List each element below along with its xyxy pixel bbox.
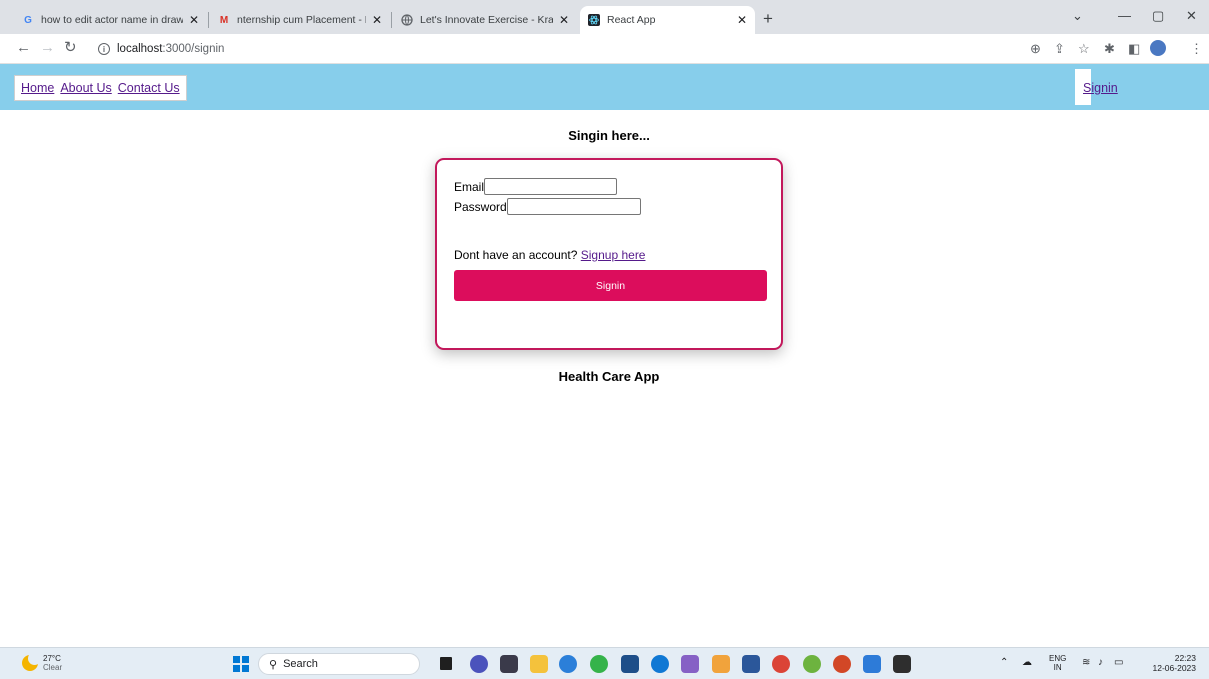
temperature: 27°C xyxy=(43,654,61,663)
react-icon xyxy=(588,14,600,26)
language-bottom: IN xyxy=(1053,663,1062,672)
taskbar-search[interactable]: ⚲ Search xyxy=(258,653,420,675)
chrome-icon[interactable] xyxy=(772,655,790,673)
back-icon[interactable]: ← xyxy=(16,39,31,57)
cloud-icon[interactable]: ☁ xyxy=(1022,657,1032,669)
tab-react-app[interactable]: React App ✕ xyxy=(580,6,755,34)
tab-title: Let's Innovate Exercise - Kratin LL xyxy=(420,14,553,26)
url-path: :3000/signin xyxy=(162,43,225,55)
email-input[interactable] xyxy=(484,178,618,195)
side-panel-icon[interactable]: ◧ xyxy=(1128,41,1140,57)
install-icon[interactable]: ⊕ xyxy=(1030,41,1041,57)
chevron-up-icon[interactable]: ⌃ xyxy=(1000,657,1008,669)
tab-gmail[interactable]: M nternship cum Placement - Kratin ✕ xyxy=(210,6,390,34)
profile-avatar[interactable] xyxy=(1150,40,1166,56)
moon-icon xyxy=(22,652,41,671)
globe-icon xyxy=(401,14,413,26)
task-view-icon[interactable] xyxy=(440,657,452,670)
nav-links: Home About Us Contact Us xyxy=(14,75,187,101)
info-icon[interactable]: i xyxy=(98,43,110,55)
file-explorer-icon[interactable] xyxy=(530,655,548,673)
language-top: ENG xyxy=(1049,654,1067,663)
new-tab-icon[interactable]: + xyxy=(763,10,773,27)
time: 22:23 xyxy=(1174,653,1196,663)
terminal-icon[interactable] xyxy=(893,655,911,673)
google-icon: G xyxy=(24,14,32,26)
bookmark-star-icon[interactable]: ☆ xyxy=(1078,41,1090,57)
windows-taskbar: 27°C Clear ⚲ Search ⌃ ☁ ENG IN ≋ ♪ ▭ 22:… xyxy=(0,647,1209,679)
search-icon: ⚲ xyxy=(269,658,278,671)
password-row: Password xyxy=(454,198,641,215)
share-icon[interactable]: ⇪ xyxy=(1054,41,1065,57)
site-navbar: Home About Us Contact Us Signin xyxy=(0,64,1209,110)
tab-separator xyxy=(391,12,392,28)
tab-search-icon[interactable]: ⌄ xyxy=(1072,8,1083,24)
store-icon[interactable] xyxy=(621,655,639,673)
search-placeholder: Search xyxy=(283,658,318,670)
camera-icon[interactable] xyxy=(500,655,518,673)
volume-icon[interactable]: ♪ xyxy=(1098,657,1103,669)
nav-about-link[interactable]: About Us xyxy=(60,81,111,95)
nav-home-link[interactable]: Home xyxy=(21,81,54,95)
clock[interactable]: 22:23 12-06-2023 xyxy=(1148,653,1196,673)
restore-icon[interactable]: ▢ xyxy=(1152,8,1164,24)
tab-strip: G how to edit actor name in draw.i ✕ M n… xyxy=(0,0,1209,34)
tab-title: how to edit actor name in draw.i xyxy=(41,14,183,26)
close-icon[interactable]: ✕ xyxy=(737,13,747,27)
reload-icon[interactable]: ↻ xyxy=(64,39,77,57)
language-indicator[interactable]: ENG IN xyxy=(1049,654,1066,672)
account-prompt: Dont have an account? Signup here xyxy=(454,248,645,262)
notes-app-icon[interactable] xyxy=(559,655,577,673)
email-label: Email xyxy=(454,179,485,194)
nav-signin-link[interactable]: Signin xyxy=(1083,81,1118,95)
tab-kratin[interactable]: Let's Innovate Exercise - Kratin LL ✕ xyxy=(393,6,577,34)
tab-title: nternship cum Placement - Kratin xyxy=(237,14,366,26)
signin-button[interactable]: Signin xyxy=(454,270,767,301)
nav-contact-link[interactable]: Contact Us xyxy=(118,81,180,95)
spring-icon[interactable] xyxy=(803,655,821,673)
teams-chat-icon[interactable] xyxy=(470,655,488,673)
minimize-icon[interactable]: — xyxy=(1118,8,1131,23)
close-icon[interactable]: ✕ xyxy=(559,13,569,27)
battery-icon[interactable]: ▭ xyxy=(1114,657,1123,669)
browser-toolbar: ← → ↻ i localhost:3000/signin ⊕ ⇪ ☆ ✱ ◧ … xyxy=(0,34,1209,64)
weather-text: 27°C Clear xyxy=(43,654,62,672)
date: 12-06-2023 xyxy=(1152,663,1196,673)
vscode-icon[interactable] xyxy=(863,655,881,673)
gmail-icon: M xyxy=(219,14,229,26)
powerpoint-icon[interactable] xyxy=(833,655,851,673)
tab-drawio[interactable]: G how to edit actor name in draw.i ✕ xyxy=(14,6,207,34)
url-host: localhost xyxy=(117,43,163,55)
tab-title: React App xyxy=(607,14,656,26)
window-close-icon[interactable]: ✕ xyxy=(1186,8,1197,24)
tab-separator xyxy=(208,12,209,28)
app-title: Health Care App xyxy=(558,369,660,384)
menu-icon[interactable]: ⋮ xyxy=(1190,41,1203,57)
close-icon[interactable]: ✕ xyxy=(189,13,199,27)
close-icon[interactable]: ✕ xyxy=(372,13,382,27)
address-bar[interactable]: i localhost:3000/signin xyxy=(92,38,1012,60)
weather-condition: Clear xyxy=(43,663,63,672)
wifi-icon[interactable]: ≋ xyxy=(1082,657,1090,669)
edge-icon[interactable] xyxy=(651,655,669,673)
email-row: Email xyxy=(454,178,618,195)
signin-card: Email Password Dont have an account? Sig… xyxy=(435,158,783,350)
word-icon[interactable] xyxy=(742,655,760,673)
page-heading: Singin here... xyxy=(568,128,650,143)
extensions-icon[interactable]: ✱ xyxy=(1104,41,1115,57)
spring-tool-icon[interactable] xyxy=(590,655,608,673)
signup-link[interactable]: Signup here xyxy=(581,248,646,262)
password-label: Password xyxy=(454,199,507,214)
password-input[interactable] xyxy=(506,198,641,215)
start-icon[interactable] xyxy=(233,656,249,672)
visual-studio-icon[interactable] xyxy=(681,655,699,673)
weather-widget[interactable]: 27°C Clear xyxy=(22,652,62,672)
forward-icon[interactable]: → xyxy=(40,39,55,57)
account-text: Dont have an account? xyxy=(454,248,581,262)
app-grid-icon[interactable] xyxy=(712,655,730,673)
